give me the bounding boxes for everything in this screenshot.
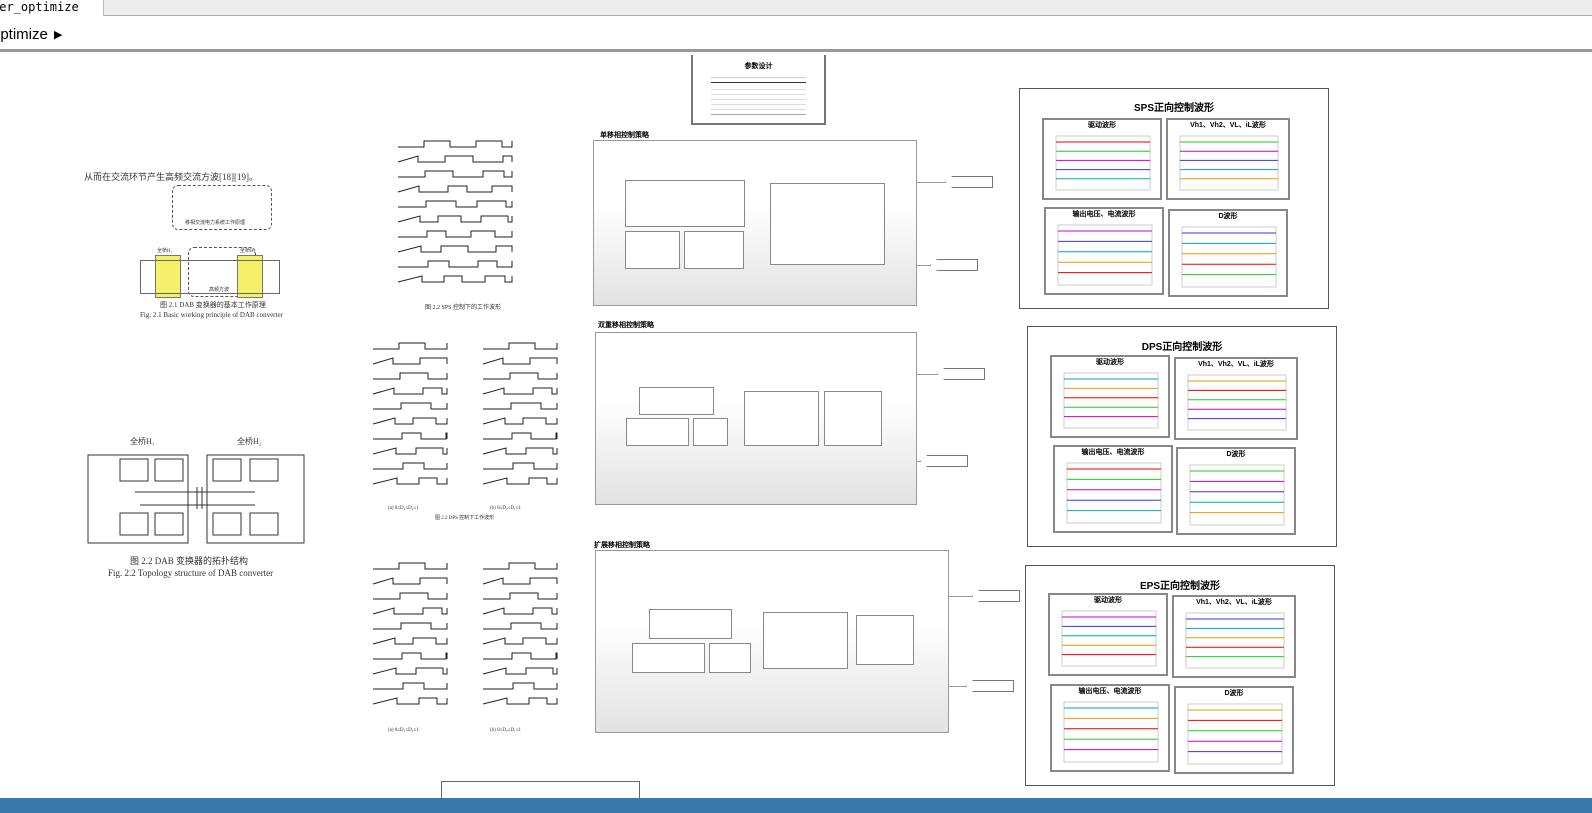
bottom-block[interactable]: [441, 781, 640, 798]
fig22-caption-en: Fig. 2.2 Topology structure of DAB conve…: [108, 568, 274, 578]
scope-vh[interactable]: Vh1、Vh2、VL、iL波形: [1166, 118, 1290, 200]
outport-3[interactable]: [937, 368, 985, 380]
subsystem-dps[interactable]: [595, 332, 917, 505]
scope-vh[interactable]: Vh1、Vh2、VL、iL波形: [1172, 595, 1296, 678]
fig22-h2-label: 全桥H₂: [237, 437, 262, 446]
eps-caption-b: (b) 0≤D₂≤D₁≤1: [490, 728, 522, 733]
fig22-h1-label: 全桥H₁: [130, 437, 155, 446]
scope-drive[interactable]: 驱动波形: [1050, 355, 1170, 438]
scope-output[interactable]: 输出电压、电流波形: [1053, 445, 1173, 533]
bridge-h2-label: 全桥H₂: [240, 249, 256, 254]
fig21-box: 移相交流电力系统工作原理: [172, 185, 272, 230]
fig21-wires: [140, 260, 280, 294]
eps-waveform-b: [475, 555, 565, 715]
param-table-title: 参数设计: [744, 63, 773, 70]
tab-bar: wer_optimize: [0, 0, 1592, 16]
scope-group-sps[interactable]: SPS正向控制波形 驱动波形 Vh1、Vh2、VL、iL波形 输出电压、电流波形…: [1019, 88, 1329, 309]
subsystem-eps[interactable]: [595, 550, 949, 733]
scope-d[interactable]: D波形: [1168, 209, 1288, 297]
outport-6[interactable]: [966, 680, 1014, 692]
scope-d[interactable]: D波形: [1174, 686, 1294, 774]
scope-group-dps[interactable]: DPS正向控制波形 驱动波形 Vh1、Vh2、VL、iL波形 输出电压、电流波形…: [1027, 326, 1337, 547]
status-bar: [0, 798, 1592, 813]
scope-group-title: DPS正向控制波形: [1141, 342, 1223, 353]
dps-caption-b: (b) 0≤D₂≤D₁≤1: [490, 506, 522, 511]
sps-waveform-caption: 图 2.2 SPS 控制下的工作波形: [425, 305, 502, 311]
outport-5[interactable]: [972, 590, 1020, 602]
outport-4[interactable]: [920, 455, 968, 467]
fig22-circuit: [85, 447, 307, 545]
outport-2[interactable]: [930, 259, 978, 271]
fig22-caption-cn: 图 2.2 DAB 变换器的拓扑结构: [130, 556, 249, 566]
scope-drive[interactable]: 驱动波形: [1042, 118, 1162, 200]
scope-group-eps[interactable]: EPS正向控制波形 驱动波形 Vh1、Vh2、VL、iL波形 输出电压、电流波形…: [1025, 565, 1335, 786]
fig21-caption-cn: 图 2.1 DAB 变换器的基本工作原理: [160, 301, 266, 309]
scope-output[interactable]: 输出电压、电流波形: [1044, 207, 1164, 295]
subsystem-dps-title: 双重移相控制策略: [598, 322, 654, 329]
sps-waveform-figure: [390, 133, 520, 293]
fig21-caption-en: Fig. 2.1 Basic working principle of DAB …: [140, 311, 283, 319]
dps-caption-a: (a) 0≤D₁≤D₂≤1: [388, 506, 419, 511]
breadcrumb: optimize ▶: [0, 18, 1592, 52]
dps-waveform-a: [365, 335, 455, 495]
param-table-block[interactable]: 参数设计: [691, 55, 826, 125]
scope-d[interactable]: D波形: [1176, 447, 1296, 535]
scope-drive[interactable]: 驱动波形: [1048, 593, 1168, 676]
fig21-box-label: 移相交流电力系统工作原理: [185, 221, 246, 226]
doc-text: 从而在交流环节产生高频交流方波[18][19]。: [84, 172, 258, 182]
subsystem-sps[interactable]: [593, 140, 917, 306]
dps-caption: 图 2.2 DPS 控制下工作波形: [435, 516, 495, 521]
outport-1[interactable]: [945, 176, 993, 188]
scope-output[interactable]: 输出电压、电流波形: [1050, 684, 1170, 772]
bridge-h1-label: 全桥H₁: [157, 249, 173, 254]
model-canvas[interactable]: 从而在交流环节产生高频交流方波[18][19]。 移相交流电力系统工作原理 高频…: [0, 55, 1592, 798]
breadcrumb-item[interactable]: optimize: [0, 18, 48, 52]
breadcrumb-expand-icon[interactable]: ▶: [54, 18, 62, 52]
eps-caption-a: (a) 0≤D₁≤D₂≤1: [388, 728, 419, 733]
eps-waveform-a: [365, 555, 455, 715]
scope-vh[interactable]: Vh1、Vh2、VL、iL波形: [1174, 357, 1298, 440]
scope-group-title: SPS正向控制波形: [1133, 103, 1214, 114]
tab-model[interactable]: wer_optimize: [0, 0, 104, 16]
scope-group-title: EPS正向控制波形: [1139, 581, 1220, 592]
subsystem-sps-title: 单移相控制策略: [600, 132, 649, 139]
subsystem-eps-title: 扩展移相控制策略: [594, 542, 650, 549]
dps-waveform-b: [475, 335, 565, 495]
